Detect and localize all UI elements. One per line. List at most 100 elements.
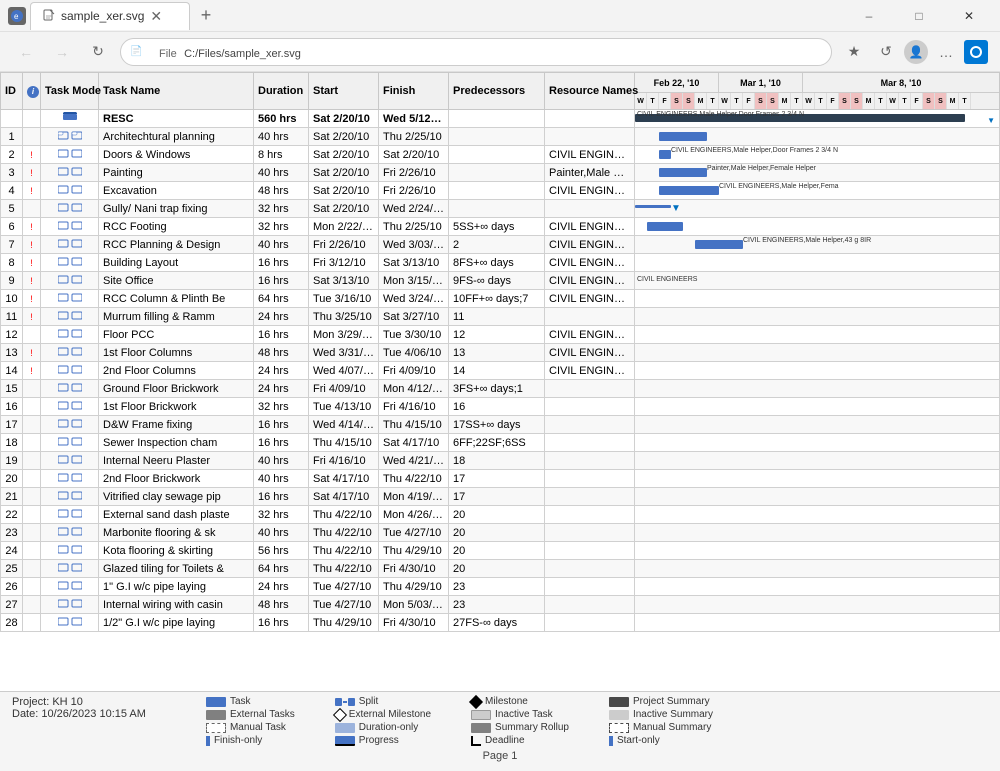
new-tab-button[interactable]: + (194, 4, 218, 28)
row-finish: Thu 2/25/10 (379, 128, 449, 146)
day-S6: S (851, 93, 863, 109)
row-mode (41, 578, 99, 596)
row-pred: 23 (449, 578, 545, 596)
row-id: 21 (1, 488, 23, 506)
row-name: Glazed tiling for Toilets & (99, 560, 254, 578)
tab-close-button[interactable]: ✕ (150, 9, 162, 23)
row-info (23, 596, 41, 614)
close-button[interactable]: ✕ (946, 0, 992, 32)
row-id: 15 (1, 380, 23, 398)
row-duration: 560 hrs (254, 110, 309, 128)
legend-extmilestone-label: External Milestone (349, 709, 431, 720)
row-duration: 16 hrs (254, 272, 309, 290)
row-resource (545, 128, 635, 146)
row-mode (41, 506, 99, 524)
profile-avatar[interactable]: 👤 (904, 40, 928, 64)
row-chart: CIVIL ENGINEERS,Male Helper,Door Frames … (635, 146, 1000, 164)
forward-button[interactable]: → (48, 38, 76, 66)
row-duration: 16 hrs (254, 434, 309, 452)
row-duration: 8 hrs (254, 146, 309, 164)
row-finish: Sat 3/13/10 (379, 254, 449, 272)
row-pred: 3FS+∞ days;1 (449, 380, 545, 398)
table-row: 24 Kota flooring & skirting 56 hrs Thu 4… (1, 542, 1000, 560)
row-start: Sat 2/20/10 (309, 182, 379, 200)
favorites-button[interactable]: ★ (840, 38, 868, 66)
row-pred: 17SS+∞ days (449, 416, 545, 434)
row-info: ! (23, 308, 41, 326)
row-chart (635, 614, 1000, 632)
tab-file-icon (43, 9, 55, 24)
row-name: Site Office (99, 272, 254, 290)
maximize-button[interactable]: □ (896, 0, 942, 32)
row-chart: ▼ (635, 200, 1000, 218)
row-start: Tue 4/27/10 (309, 596, 379, 614)
row-name: Gully/ Nani trap fixing (99, 200, 254, 218)
day-W4: W (887, 93, 899, 109)
legend-task-label: Task (230, 696, 251, 707)
row-id: 25 (1, 560, 23, 578)
day-T8: T (959, 93, 971, 109)
col-info: i (23, 73, 41, 110)
row-duration: 16 hrs (254, 614, 309, 632)
project-name: Project: KH 10 (12, 696, 146, 708)
row-info: ! (23, 218, 41, 236)
legend-startonly-label: Start-only (617, 735, 660, 746)
legend-project-summary: Project Summary (609, 696, 713, 707)
legend-task: Task (206, 696, 295, 707)
reload-button[interactable]: ↻ (84, 38, 112, 66)
refresh-favorites-button[interactable]: ↺ (872, 38, 900, 66)
row-duration: 24 hrs (254, 308, 309, 326)
col-taskname: Task Name (99, 73, 254, 110)
row-name: RCC Column & Plinth Be (99, 290, 254, 308)
row-info (23, 434, 41, 452)
browser-tab[interactable]: sample_xer.svg ✕ (30, 2, 190, 30)
row-resource (545, 506, 635, 524)
row-duration: 32 hrs (254, 200, 309, 218)
row-mode (41, 128, 99, 146)
row-id: 5 (1, 200, 23, 218)
row-start: Thu 4/22/10 (309, 524, 379, 542)
row-id: 1 (1, 128, 23, 146)
day-S5: S (839, 93, 851, 109)
row-chart (635, 398, 1000, 416)
row-duration: 40 hrs (254, 236, 309, 254)
row-start: Thu 4/22/10 (309, 560, 379, 578)
row-info (23, 614, 41, 632)
row-id (1, 110, 23, 128)
settings-button[interactable]: … (932, 38, 960, 66)
table-row: 9 ! Site Office 16 hrs (1, 272, 1000, 290)
critical-flag: ! (30, 186, 33, 196)
row-name: 1st Floor Columns (99, 344, 254, 362)
address-field[interactable]: File C:/Files/sample_xer.svg (120, 38, 832, 66)
legend-deadline: Deadline (471, 735, 569, 746)
legend-deadline-icon (471, 736, 481, 746)
row-duration: 64 hrs (254, 560, 309, 578)
row-duration: 48 hrs (254, 596, 309, 614)
row-finish: Sat 3/27/10 (379, 308, 449, 326)
row-resource: CIVIL ENGINEERS (545, 236, 635, 254)
content-area: ID i Task Mode Task Name Duration Start … (0, 72, 1000, 771)
row-name: Murrum filling & Ramm (99, 308, 254, 326)
table-row: 20 2nd Floor Brickwork 40 hrs Sat 4/17/1… (1, 470, 1000, 488)
footer: Project: KH 10 Date: 10/26/2023 10:15 AM… (0, 691, 1000, 771)
legend-ext-label: External Tasks (230, 709, 295, 720)
row-resource (545, 470, 635, 488)
row-start: Thu 3/25/10 (309, 308, 379, 326)
table-row: RESC 560 hrs Sat 2/20/10 Wed 5/12/10 ▼ C… (1, 110, 1000, 128)
row-resource: CIVIL ENGINEERS,M (545, 290, 635, 308)
minimize-button[interactable]: – (846, 0, 892, 32)
legend-finish-only: Finish-only (206, 735, 295, 746)
row-info (23, 452, 41, 470)
row-resource (545, 308, 635, 326)
row-pred: 10FF+∞ days;7 (449, 290, 545, 308)
legend-split-icon (335, 697, 355, 707)
table-row: 27 Internal wiring with casin 48 hrs Tue (1, 596, 1000, 614)
row-start: Wed 3/31/10 (309, 344, 379, 362)
table-row: 15 Ground Floor Brickwork 24 hrs Fri 4/0… (1, 380, 1000, 398)
row-pred (449, 164, 545, 182)
row-pred: 8FS+∞ days (449, 254, 545, 272)
row-finish: Fri 4/30/10 (379, 614, 449, 632)
col-taskmode: Task Mode (41, 73, 99, 110)
back-button[interactable]: ← (12, 38, 40, 66)
row-pred (449, 110, 545, 128)
